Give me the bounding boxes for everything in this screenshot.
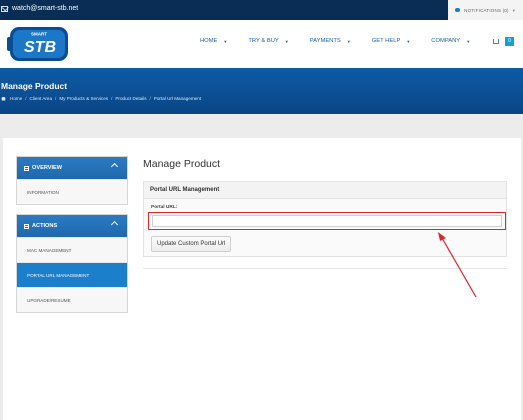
logo-top-text: SMART: [31, 32, 47, 37]
cart-count-badge: 0: [505, 37, 514, 46]
sidebar-actions-title: ACTIONS: [32, 223, 58, 229]
update-portal-url-button[interactable]: Update Custom Portal Url: [151, 236, 232, 252]
sidebar-item-label: PORTAL URL MANAGEMENT: [27, 272, 90, 278]
chat-icon: [455, 8, 461, 12]
breadcrumb-separator: /: [55, 96, 57, 101]
chevron-down-icon: ▼: [346, 38, 351, 44]
breadcrumb-separator: /: [149, 96, 151, 101]
notifications-button[interactable]: NOTIFICATIONS (0) ▼: [448, 0, 523, 20]
main-nav: HOME ▼ TRY & BUY ▼ PAYMENTS ▼ GET HELP ▼ COM…: [200, 38, 470, 44]
breadcrumb-home[interactable]: Home: [10, 96, 22, 101]
nav-item-label: HOME: [200, 38, 218, 44]
nav-item-home[interactable]: HOME ▼: [200, 38, 227, 44]
card-title: Portal URL Management: [144, 182, 506, 199]
list-icon: [24, 165, 29, 171]
divider: [143, 268, 507, 269]
top-bar: watch@smart-stb.net NOTIFICATIONS (0) ▼: [0, 0, 523, 20]
sidebar-item-label: UPGRADE/RESUME: [27, 297, 71, 303]
sidebar-item-upgrade-resume[interactable]: UPGRADE/RESUME: [17, 287, 127, 312]
breadcrumb-separator: /: [25, 96, 27, 101]
nav-item-label: COMPANY: [431, 38, 461, 44]
sidebar-actions: ACTIONS MAC MANAGEMENT PORTAL URL MANAGE…: [16, 214, 128, 313]
chevron-down-icon: ▼: [223, 38, 228, 44]
site-header: SMART STB HOME ▼ TRY & BUY ▼ PAYMENTS ▼ GET…: [0, 20, 523, 68]
sidebar-item-mac-management[interactable]: MAC MANAGEMENT: [17, 237, 127, 262]
chevron-down-icon: ▼: [466, 38, 471, 44]
nav-item-company[interactable]: COMPANY ▼: [431, 38, 470, 44]
breadcrumb: Home / Client Area / My Products & Servi…: [1, 96, 201, 101]
email-text[interactable]: watch@smart-stb.net: [12, 5, 78, 12]
sidebar-actions-header[interactable]: ACTIONS: [17, 215, 127, 237]
sidebar-item-label: INFORMATION: [27, 189, 59, 195]
sidebar-item-information[interactable]: INFORMATION: [17, 179, 127, 204]
nav-item-label: TRY & BUY: [248, 38, 279, 44]
page-banner: Manage Product Home / Client Area / My P…: [0, 68, 523, 114]
page-title: Manage Product: [1, 81, 68, 91]
chevron-down-icon: ▼: [406, 38, 411, 44]
nav-item-payments[interactable]: PAYMENTS ▼: [310, 38, 351, 44]
email-contact[interactable]: watch@smart-stb.net: [0, 5, 78, 12]
breadcrumb-products[interactable]: My Products & Services: [59, 96, 108, 101]
chevron-down-icon: ▼: [284, 38, 289, 44]
sidebar-overview-title: OVERVIEW: [32, 165, 63, 171]
cart-button[interactable]: 0: [493, 37, 514, 46]
nav-item-label: GET HELP: [371, 38, 401, 44]
chevron-down-icon: ▼: [511, 7, 516, 13]
list-icon: [24, 223, 29, 229]
breadcrumb-current: Portal Url Management: [153, 96, 202, 101]
logo-main-text: STB: [24, 39, 56, 56]
sidebar-item-label: MAC MANAGEMENT: [27, 247, 72, 253]
notifications-label: NOTIFICATIONS (0): [464, 7, 509, 13]
portal-url-label: Portal URL:: [151, 205, 178, 210]
sidebar-item-portal-url-management[interactable]: PORTAL URL MANAGEMENT: [17, 262, 127, 287]
section-title: Manage Product: [143, 158, 221, 170]
cart-icon: [493, 39, 499, 44]
chevron-up-icon[interactable]: [110, 162, 119, 171]
breadcrumb-product-details[interactable]: Product Details: [115, 96, 146, 101]
sidebar-overview: OVERVIEW INFORMATION: [16, 156, 128, 205]
nav-item-get-help[interactable]: GET HELP ▼: [372, 38, 411, 44]
sidebar-overview-header[interactable]: OVERVIEW: [17, 157, 127, 179]
nav-item-try-buy[interactable]: TRY & BUY ▼: [248, 38, 288, 44]
breadcrumb-separator: /: [111, 96, 113, 101]
mail-icon: [1, 5, 8, 12]
portal-url-input[interactable]: [152, 215, 502, 227]
home-icon: [1, 96, 6, 101]
breadcrumb-client-area[interactable]: Client Area: [30, 96, 52, 101]
portal-url-card: Portal URL Management Portal URL: Update…: [143, 181, 507, 257]
nav-item-label: PAYMENTS: [309, 38, 341, 44]
brand-logo[interactable]: SMART STB: [5, 23, 71, 66]
chevron-up-icon[interactable]: [110, 220, 119, 229]
